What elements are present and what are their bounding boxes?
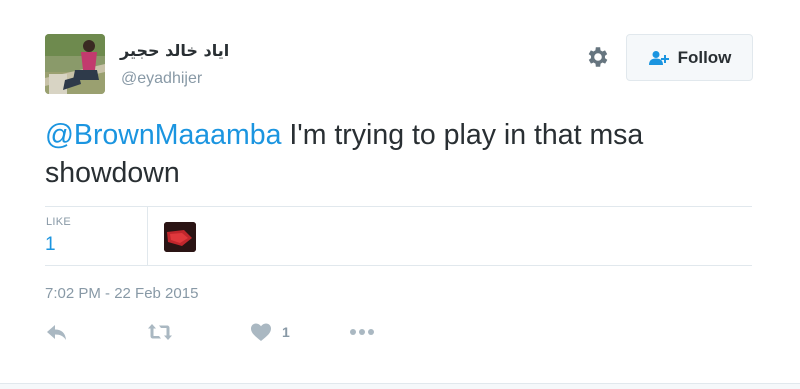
liker-avatar[interactable] bbox=[164, 222, 196, 252]
reply-icon bbox=[46, 322, 68, 342]
more-button[interactable] bbox=[349, 322, 375, 342]
like-action-count: 1 bbox=[282, 324, 290, 340]
tweet-timestamp[interactable]: 7:02 PM - 22 Feb 2015 bbox=[45, 285, 198, 302]
user-handle[interactable]: @eyadhijer bbox=[121, 70, 202, 88]
gear-icon[interactable] bbox=[585, 44, 611, 70]
like-stat[interactable]: LIKE 1 bbox=[45, 207, 148, 265]
avatar[interactable] bbox=[45, 34, 105, 94]
like-button[interactable]: 1 bbox=[250, 322, 290, 342]
tweet-card: اياد خالد حجير @eyadhijer Follow @BrownM… bbox=[0, 0, 800, 383]
follow-button[interactable]: Follow bbox=[626, 34, 753, 81]
follow-label: Follow bbox=[677, 47, 732, 67]
retweet-button[interactable] bbox=[147, 322, 173, 342]
mention-link[interactable]: @BrownMaaamba bbox=[45, 119, 281, 151]
retweet-icon bbox=[147, 322, 173, 342]
reply-button[interactable] bbox=[46, 322, 68, 342]
like-stat-label: LIKE bbox=[46, 216, 72, 228]
tweet-text: @BrownMaaamba I'm trying to play in that… bbox=[45, 116, 765, 192]
display-name[interactable]: اياد خالد حجير bbox=[120, 41, 229, 60]
card-bottom-divider bbox=[0, 383, 800, 389]
heart-icon bbox=[250, 322, 272, 342]
add-user-icon bbox=[648, 50, 670, 66]
more-icon bbox=[349, 322, 375, 342]
tweet-stats: LIKE 1 bbox=[45, 206, 752, 266]
like-stat-count[interactable]: 1 bbox=[45, 234, 56, 256]
user-photo-icon bbox=[45, 34, 105, 94]
